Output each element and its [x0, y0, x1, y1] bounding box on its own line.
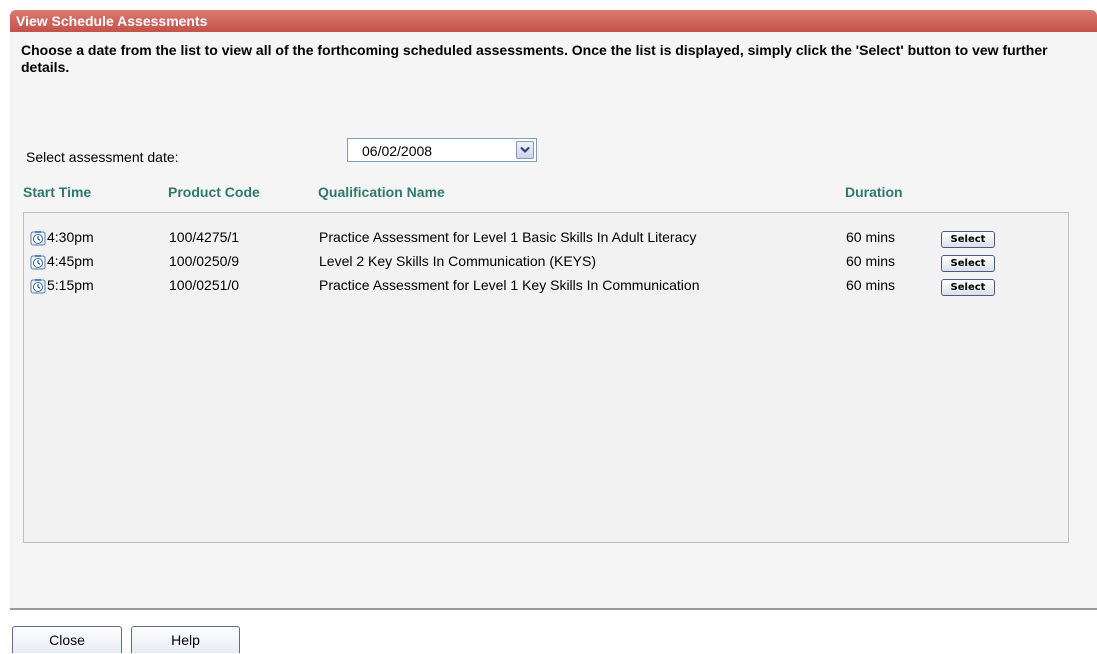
row-product-code: 100/4275/1	[169, 229, 240, 245]
assessment-list: 4:30pm 100/4275/1 Practice Assessment fo…	[23, 212, 1069, 543]
date-dropdown-value: 06/02/2008	[362, 143, 433, 159]
row-start-time: 4:45pm	[47, 253, 94, 269]
list-item: 4:30pm 100/4275/1 Practice Assessment fo…	[24, 225, 1068, 249]
select-button[interactable]: Select	[941, 279, 995, 296]
column-header-product-code: Product Code	[168, 184, 260, 200]
dialog-title: View Schedule Assessments	[10, 10, 1097, 32]
row-qualification-name: Level 2 Key Skills In Communication (KEY…	[319, 253, 596, 269]
column-header-duration: Duration	[845, 184, 903, 200]
select-button[interactable]: Select	[941, 231, 995, 248]
column-header-start-time: Start Time	[23, 184, 92, 200]
help-button[interactable]: Help	[131, 626, 240, 653]
date-dropdown-button[interactable]	[516, 141, 534, 159]
close-button[interactable]: Close	[12, 626, 122, 653]
row-duration: 60 mins	[846, 229, 896, 245]
chevron-down-icon	[520, 146, 530, 153]
row-product-code: 100/0251/0	[169, 277, 240, 293]
row-duration: 60 mins	[846, 253, 896, 269]
row-product-code: 100/0250/9	[169, 253, 240, 269]
row-start-time: 5:15pm	[47, 277, 94, 293]
date-label: Select assessment date:	[26, 149, 179, 165]
list-item: 5:15pm 100/0251/0 Practice Assessment fo…	[24, 273, 1068, 297]
column-header-qualification-name: Qualification Name	[318, 184, 445, 200]
row-qualification-name: Practice Assessment for Level 1 Key Skil…	[319, 277, 700, 293]
row-start-time: 4:30pm	[47, 229, 94, 245]
row-qualification-name: Practice Assessment for Level 1 Basic Sk…	[319, 229, 697, 245]
select-button[interactable]: Select	[941, 255, 995, 272]
instructions-text: Choose a date from the list to view all …	[21, 42, 1048, 75]
clock-icon	[30, 279, 46, 294]
clock-icon	[30, 231, 46, 246]
date-dropdown[interactable]: 06/02/2008	[347, 138, 537, 162]
list-item: 4:45pm 100/0250/9 Level 2 Key Skills In …	[24, 249, 1068, 273]
clock-icon	[30, 255, 46, 270]
row-duration: 60 mins	[846, 277, 896, 293]
